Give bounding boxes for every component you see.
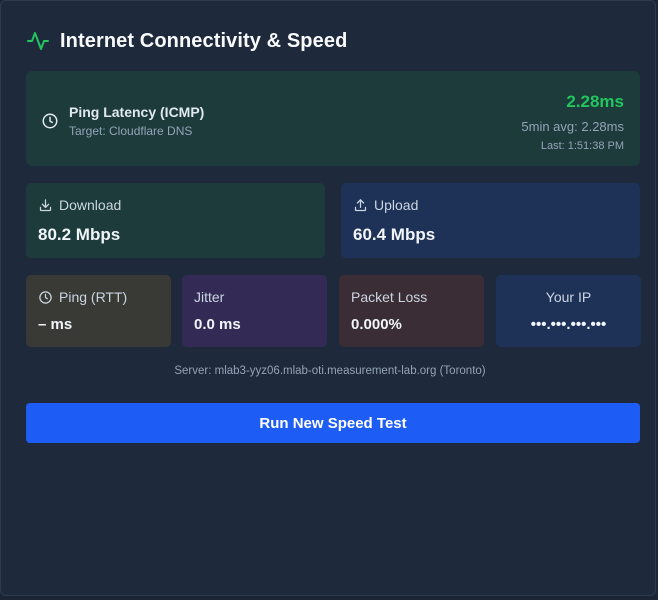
packet-loss-value: 0.000% [351, 316, 402, 333]
ping-target: Target: Cloudflare DNS [69, 124, 193, 138]
download-value: 80.2 Mbps [38, 225, 121, 244]
ping-latency-info: Ping Latency (ICMP) Target: Cloudflare D… [41, 104, 204, 138]
clock-icon [42, 113, 58, 129]
ping-rtt-value: – ms [38, 316, 73, 333]
upload-tile: Upload 60.4 Mbps [341, 183, 640, 258]
activity-pulse-icon [27, 32, 49, 50]
ping-last-updated: Last: 1:51:38 PM [540, 140, 624, 152]
packet-loss-label: Packet Loss [351, 289, 428, 305]
ping-rtt-tile: Ping (RTT) – ms [26, 275, 171, 347]
download-label: Download [59, 197, 122, 213]
connectivity-card: Internet Connectivity & Speed Ping Laten… [0, 0, 656, 596]
jitter-label: Jitter [194, 289, 225, 305]
upload-value: 60.4 Mbps [353, 225, 436, 244]
download-icon [39, 198, 52, 211]
download-tile: Download 80.2 Mbps [26, 183, 325, 258]
ip-address-tile: Your IP •••.•••.•••.••• [496, 275, 641, 347]
ip-address-value: •••.•••.•••.••• [530, 316, 607, 333]
ip-address-label: Your IP [545, 289, 592, 305]
upload-icon [354, 198, 367, 211]
packet-loss-tile: Packet Loss 0.000% [339, 275, 484, 347]
jitter-value: 0.0 ms [194, 316, 241, 333]
run-speed-test-button[interactable]: Run New Speed Test [26, 403, 640, 443]
server-info: Server: mlab3-yyz06.mlab-oti.measurement… [174, 365, 486, 377]
ping-rtt-label: Ping (RTT) [59, 289, 128, 305]
ping-latency-value: 2.28ms [566, 92, 624, 111]
page-title: Internet Connectivity & Speed [60, 29, 348, 52]
ping-average: 5min avg: 2.28ms [521, 119, 624, 134]
jitter-tile: Jitter 0.0 ms [182, 275, 327, 347]
ping-latency-panel: Ping Latency (ICMP) Target: Cloudflare D… [26, 71, 640, 166]
upload-label: Upload [374, 197, 419, 213]
clock-icon [39, 290, 52, 304]
ping-latency-label: Ping Latency (ICMP) [69, 104, 205, 120]
ping-latency-stats: 2.28ms 5min avg: 2.28ms Last: 1:51:38 PM [521, 92, 624, 152]
card-header: Internet Connectivity & Speed [26, 29, 347, 53]
